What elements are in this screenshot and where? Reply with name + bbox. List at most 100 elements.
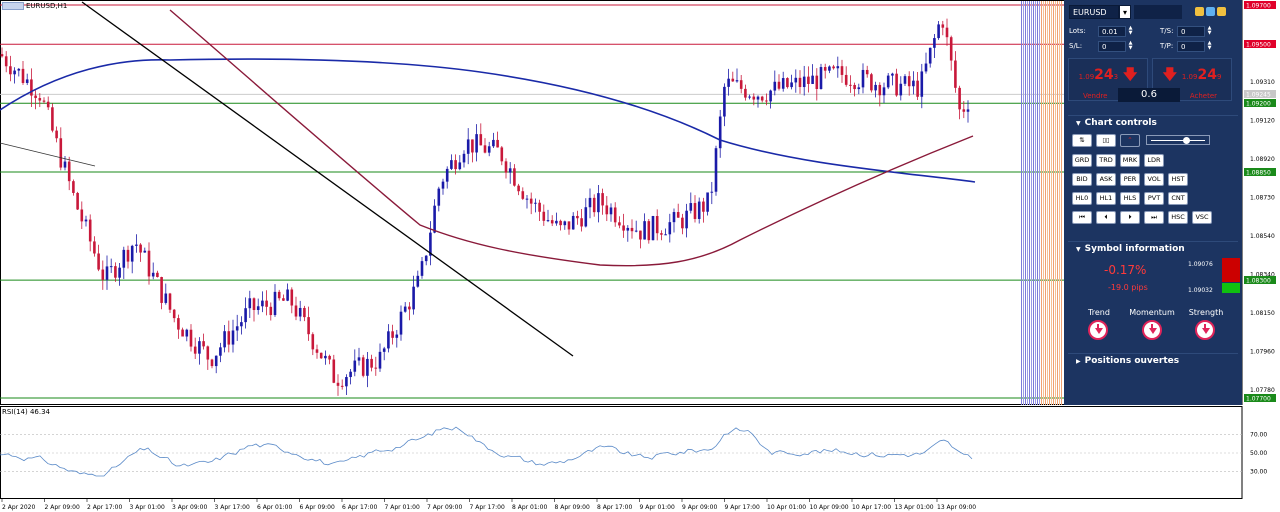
candle-body: [622, 225, 625, 231]
line-chart-icon[interactable]: ⌃: [1120, 134, 1140, 147]
ctl-button-2-2[interactable]: HLS: [1120, 192, 1140, 205]
candle-body: [672, 212, 676, 223]
ctl-button-1-2[interactable]: PER: [1120, 173, 1140, 186]
time-axis-label: 13 Apr 09:00: [937, 504, 976, 511]
ctl-button-3-2[interactable]: ⏵: [1120, 211, 1140, 224]
candle-body: [471, 139, 474, 153]
ctl-button-3-1[interactable]: ⏴: [1096, 211, 1116, 224]
zoom-slider[interactable]: [1146, 135, 1210, 145]
price-axis-label: 1.08540: [1250, 233, 1275, 240]
symbol-search-input[interactable]: [1134, 5, 1182, 19]
lot-size-display[interactable]: 0.6: [1118, 88, 1180, 102]
candle-body: [21, 68, 25, 83]
blue-stripe: [1033, 1, 1034, 405]
blue-stripe: [1027, 1, 1028, 405]
candle-body: [487, 146, 491, 153]
candle-body: [294, 305, 298, 317]
candle-body: [605, 205, 609, 215]
buy-price-main: 24: [1197, 67, 1217, 83]
candle-body: [529, 198, 533, 204]
candle-body: [576, 215, 579, 219]
candle-body: [458, 162, 462, 170]
candle-body: [924, 63, 928, 72]
candle-body: [504, 161, 508, 173]
tp-label: T/P:: [1160, 42, 1174, 50]
ctl-button-2-3[interactable]: PVT: [1144, 192, 1164, 205]
candle-body: [151, 272, 155, 277]
ctl-button-0-0[interactable]: GRD: [1072, 154, 1092, 167]
candle-body: [395, 334, 399, 338]
time-axis-label: 10 Apr 17:00: [852, 504, 891, 511]
candle-body: [4, 56, 8, 67]
candle-body: [416, 275, 420, 287]
candle-body: [298, 307, 302, 317]
triangle-down-icon: ▼: [1076, 120, 1081, 127]
time-axis-label: 7 Apr 01:00: [385, 504, 420, 511]
buy-price-prefix: 1.09: [1181, 73, 1198, 81]
symbol-select[interactable]: EURUSD: [1069, 5, 1119, 19]
slider-thumb[interactable]: [1183, 137, 1190, 144]
candle-body: [660, 233, 663, 235]
candle-body: [483, 145, 487, 153]
lots-input[interactable]: 0.01: [1098, 26, 1126, 37]
symbol-info-header[interactable]: ▼ Symbol information: [1068, 241, 1238, 255]
candle-body: [387, 331, 390, 349]
candle-body: [198, 341, 201, 354]
orange-stripe: [1045, 1, 1046, 405]
ctl-button-3-5[interactable]: VSC: [1192, 211, 1212, 224]
candle-body: [853, 84, 856, 90]
candle-body: [282, 298, 285, 301]
ctl-button-0-1[interactable]: TRD: [1096, 154, 1116, 167]
ts-input[interactable]: 0: [1177, 26, 1205, 37]
ts-stepper[interactable]: ▲ ▼: [1206, 26, 1213, 37]
ctl-button-3-4[interactable]: HSC: [1168, 211, 1188, 224]
time-axis-label: 8 Apr 09:00: [555, 504, 590, 511]
ctl-button-3-3[interactable]: ⏭: [1144, 211, 1164, 224]
chart-controls-header[interactable]: ▼ Chart controls: [1068, 115, 1238, 129]
candle-body: [685, 210, 688, 229]
chevron-down-icon[interactable]: ▾: [1119, 5, 1131, 19]
ctl-button-2-4[interactable]: CNT: [1168, 192, 1188, 205]
time-axis-label: 2 Apr 2020: [2, 504, 35, 511]
candle-body: [189, 329, 193, 347]
info-icon[interactable]: [1217, 7, 1226, 16]
ctl-button-1-0[interactable]: BID: [1072, 173, 1092, 186]
candle-body: [928, 47, 932, 64]
sl-stepper[interactable]: ▲ ▼: [1127, 41, 1134, 52]
candles-icon[interactable]: ▯▯: [1096, 134, 1116, 147]
ctl-button-0-2[interactable]: MRK: [1120, 154, 1140, 167]
ctl-button-2-0[interactable]: HL0: [1072, 192, 1092, 205]
candle-body: [445, 168, 449, 182]
chart-type-icon[interactable]: ⇅: [1072, 134, 1092, 147]
ctl-button-2-1[interactable]: HL1: [1096, 192, 1116, 205]
sl-input[interactable]: 0: [1098, 41, 1126, 52]
candle-body: [550, 220, 554, 224]
ctl-button-0-3[interactable]: LDR: [1144, 154, 1164, 167]
time-axis-label: 8 Apr 17:00: [597, 504, 632, 511]
candle-body: [786, 78, 789, 88]
candle-body: [954, 60, 957, 88]
refresh-icon[interactable]: [1206, 7, 1215, 16]
candle-body: [420, 261, 424, 276]
candle-body: [559, 220, 562, 226]
ctl-button-3-0[interactable]: ⏮: [1072, 211, 1092, 224]
candle-body: [664, 234, 667, 236]
rsi-axis-label: 70.00: [1250, 432, 1267, 439]
ctl-button-1-1[interactable]: ASK: [1096, 173, 1116, 186]
time-axis-label: 13 Apr 01:00: [895, 504, 934, 511]
trade-panel: EURUSD ▾ Lots: 0.01 ▲ ▼ T/S: 0 ▲ ▼ S/L: 0 …: [1064, 0, 1242, 405]
ctl-button-1-3[interactable]: VOL: [1144, 173, 1164, 186]
open-positions-header[interactable]: ▶ Positions ouvertes: [1068, 353, 1238, 367]
lots-stepper[interactable]: ▲ ▼: [1127, 26, 1134, 37]
settings-icon[interactable]: [1195, 7, 1204, 16]
candle-body: [122, 249, 126, 268]
tp-stepper[interactable]: ▲ ▼: [1206, 41, 1213, 52]
strength-label: Strength: [1188, 308, 1224, 317]
candle-body: [156, 272, 159, 278]
ctl-button-1-4[interactable]: HST: [1168, 173, 1188, 186]
candle-body: [588, 197, 592, 208]
candle-body: [773, 81, 777, 91]
price-tag-label: 1.09500: [1246, 42, 1271, 49]
candle-body: [584, 207, 588, 227]
tp-input[interactable]: 0: [1177, 41, 1205, 52]
